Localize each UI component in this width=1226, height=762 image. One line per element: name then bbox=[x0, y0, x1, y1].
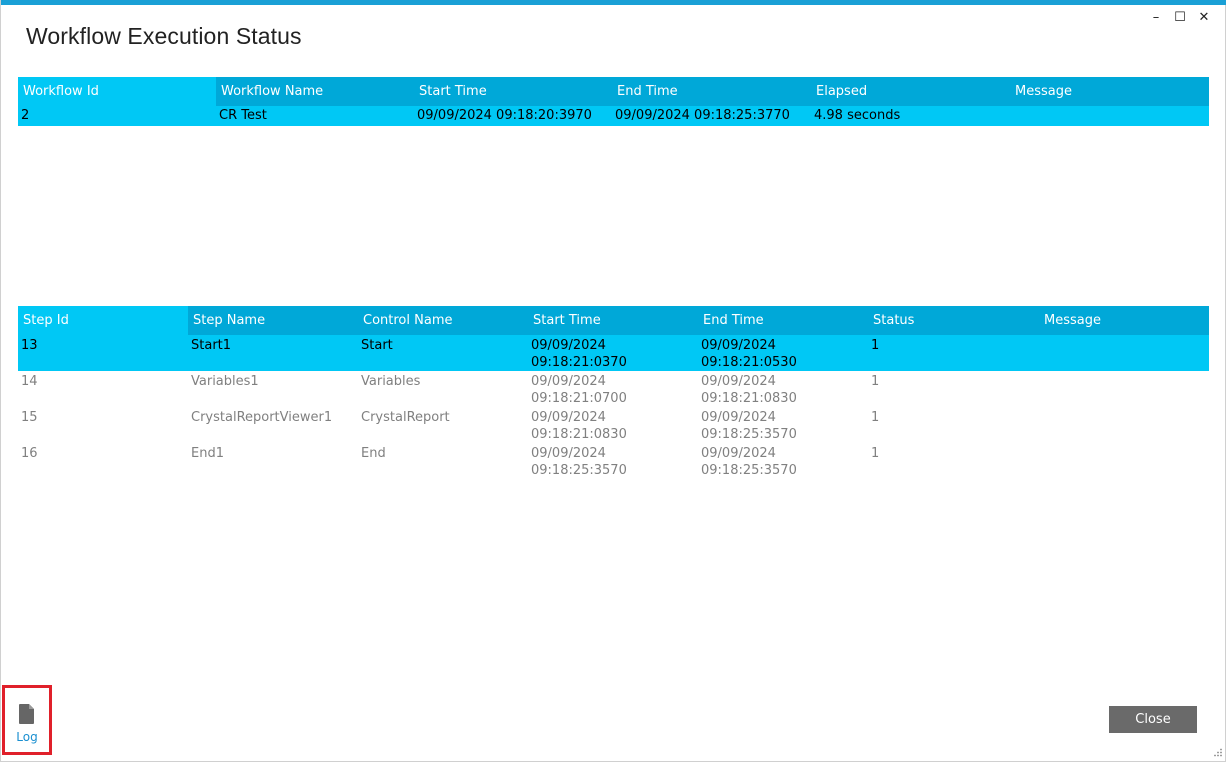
workflow-execution-status-window: – ☐ ✕ Workflow Execution Status Workflow… bbox=[0, 0, 1226, 762]
cell-control-name: Start bbox=[361, 338, 393, 353]
column-header-step-id[interactable]: Step Id bbox=[18, 306, 188, 335]
cell-control-name: End bbox=[361, 446, 386, 461]
cell-start-time: 09/09/2024 09:18:21:0830 bbox=[531, 410, 627, 442]
close-icon[interactable]: ✕ bbox=[1193, 8, 1215, 26]
column-header-workflow-name[interactable]: Workflow Name bbox=[216, 77, 414, 106]
table-row[interactable]: 14 Variables1 Variables 09/09/2024 09:18:21… bbox=[18, 371, 1209, 407]
cell-step-id: 14 bbox=[21, 374, 38, 389]
cell-step-name: CrystalReportViewer1 bbox=[191, 410, 333, 425]
cell-start-time: 09/09/2024 09:18:20:3970 bbox=[417, 108, 592, 123]
top-accent-bar bbox=[1, 0, 1226, 5]
cell-end-time: 09/09/2024 09:18:21:0530 bbox=[701, 338, 797, 370]
cell-end-time: 09/09/2024 09:18:25:3770 bbox=[615, 108, 790, 123]
cell-message bbox=[1039, 371, 1209, 407]
steps-grid-body: 13 Start1 Start 09/09/2024 09:18:21:0370 09/… bbox=[18, 335, 1209, 479]
table-row[interactable]: 15 CrystalReportViewer1 CrystalReport 09/09… bbox=[18, 407, 1209, 443]
window-controls: – ☐ ✕ bbox=[1145, 8, 1215, 26]
cell-start-time: 09/09/2024 09:18:21:0700 bbox=[531, 374, 627, 406]
window-title: Workflow Execution Status bbox=[26, 23, 302, 49]
column-header-end-time[interactable]: End Time bbox=[612, 77, 811, 106]
workflow-grid-header: Workflow Id Workflow Name Start Time End… bbox=[18, 77, 1209, 106]
column-header-control-name[interactable]: Control Name bbox=[358, 306, 528, 335]
cell-step-id: 16 bbox=[21, 446, 38, 461]
column-header-status[interactable]: Status bbox=[868, 306, 1039, 335]
cell-workflow-id: 2 bbox=[21, 108, 30, 123]
column-header-elapsed[interactable]: Elapsed bbox=[811, 77, 1010, 106]
column-header-start-time[interactable]: Start Time bbox=[414, 77, 612, 106]
cell-status: 1 bbox=[871, 338, 880, 353]
log-label: Log bbox=[16, 729, 38, 744]
cell-end-time: 09/09/2024 09:18:21:0830 bbox=[701, 374, 797, 406]
table-row[interactable]: 13 Start1 Start 09/09/2024 09:18:21:0370 09/… bbox=[18, 335, 1209, 371]
cell-status: 1 bbox=[871, 374, 880, 389]
cell-step-name: Start1 bbox=[191, 338, 232, 353]
cell-control-name: Variables bbox=[361, 374, 421, 389]
table-row[interactable]: 2 CR Test 09/09/2024 09:18:20:3970 09/09… bbox=[18, 106, 1209, 126]
close-button[interactable]: Close bbox=[1109, 706, 1197, 733]
cell-step-id: 13 bbox=[21, 338, 38, 353]
column-header-message[interactable]: Message bbox=[1039, 306, 1209, 335]
steps-grid-header: Step Id Step Name Control Name Start Tim… bbox=[18, 306, 1209, 335]
workflow-grid: Workflow Id Workflow Name Start Time End… bbox=[18, 77, 1209, 126]
column-header-step-name[interactable]: Step Name bbox=[188, 306, 358, 335]
cell-message bbox=[1039, 407, 1209, 443]
cell-start-time: 09/09/2024 09:18:21:0370 bbox=[531, 338, 627, 370]
cell-start-time: 09/09/2024 09:18:25:3570 bbox=[531, 446, 627, 478]
steps-grid: Step Id Step Name Control Name Start Tim… bbox=[18, 306, 1209, 479]
cell-step-id: 15 bbox=[21, 410, 38, 425]
cell-message bbox=[1039, 335, 1209, 371]
cell-message bbox=[1010, 106, 1209, 126]
cell-step-name: Variables1 bbox=[191, 374, 259, 389]
cell-message bbox=[1039, 443, 1209, 479]
log-button[interactable]: Log bbox=[2, 685, 52, 755]
cell-control-name: CrystalReport bbox=[361, 410, 450, 425]
column-header-workflow-id[interactable]: Workflow Id bbox=[18, 77, 216, 106]
table-row[interactable]: 16 End1 End 09/09/2024 09:18:25:3570 09/09/2… bbox=[18, 443, 1209, 479]
maximize-icon[interactable]: ☐ bbox=[1169, 8, 1191, 26]
column-header-end-time[interactable]: End Time bbox=[698, 306, 868, 335]
cell-workflow-name: CR Test bbox=[219, 108, 267, 123]
document-icon bbox=[19, 703, 34, 724]
cell-end-time: 09/09/2024 09:18:25:3570 bbox=[701, 410, 797, 442]
cell-step-name: End1 bbox=[191, 446, 224, 461]
column-header-message[interactable]: Message bbox=[1010, 77, 1209, 106]
minimize-icon[interactable]: – bbox=[1145, 8, 1167, 26]
cell-elapsed: 4.98 seconds bbox=[814, 108, 901, 123]
cell-end-time: 09/09/2024 09:18:25:3570 bbox=[701, 446, 797, 478]
column-header-start-time[interactable]: Start Time bbox=[528, 306, 698, 335]
cell-status: 1 bbox=[871, 446, 880, 461]
resize-grip-icon[interactable] bbox=[1212, 748, 1222, 758]
cell-status: 1 bbox=[871, 410, 880, 425]
